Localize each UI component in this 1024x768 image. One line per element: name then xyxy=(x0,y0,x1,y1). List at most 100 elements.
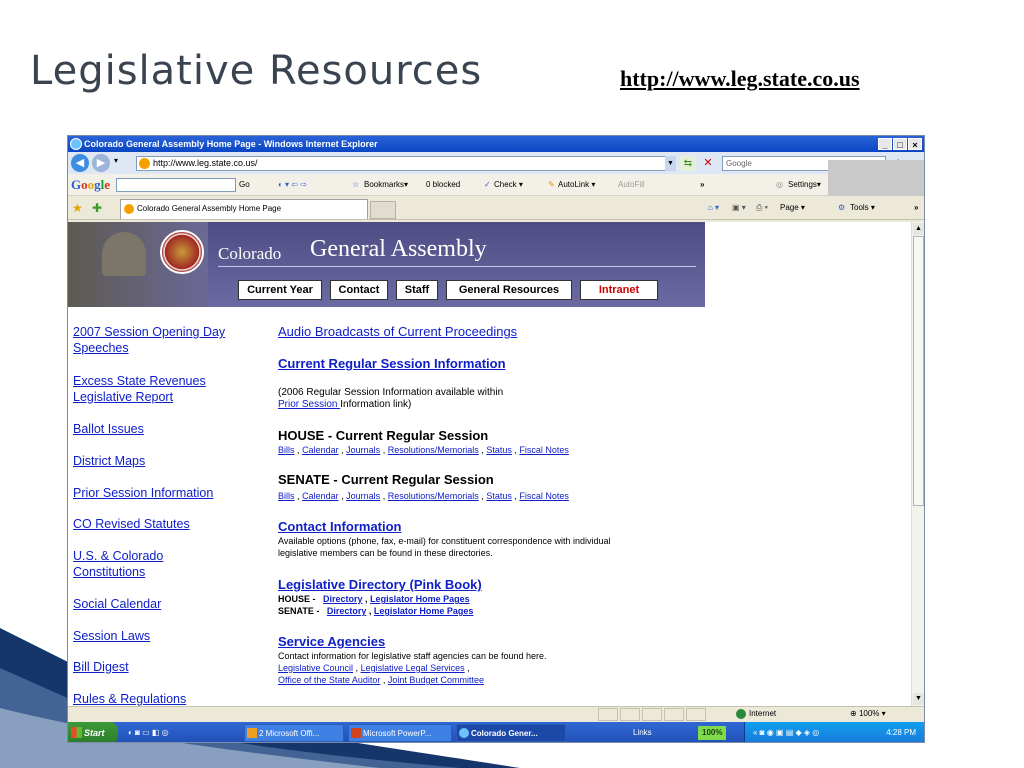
joint-budget-committee-link[interactable]: Joint Budget Committee xyxy=(388,675,484,685)
google-logo: Google xyxy=(71,177,111,192)
senate-label: SENATE - xyxy=(278,606,320,616)
link-bill-digest[interactable]: Bill Digest xyxy=(73,659,268,675)
page-menu-button[interactable]: Page ▾ xyxy=(780,196,805,220)
link-legislative-directory[interactable]: Legislative Directory (Pink Book) xyxy=(278,577,482,592)
senate-journals-link[interactable]: Journals xyxy=(346,491,380,501)
senate-bills-link[interactable]: Bills xyxy=(278,491,295,501)
history-dropdown-icon[interactable]: ▾ xyxy=(114,156,118,165)
bookmarks-button[interactable]: Bookmarks▾ xyxy=(364,174,408,196)
settings-gear-icon: ◎ xyxy=(776,180,783,189)
address-input[interactable]: http://www.leg.state.co.us/ xyxy=(136,156,676,171)
taskbar-office-button[interactable]: 2 Microsoft Offi... xyxy=(244,724,344,742)
senate-fiscal-notes-link[interactable]: Fiscal Notes xyxy=(519,491,569,501)
print-icon[interactable]: ⎙ ▾ xyxy=(756,196,768,220)
house-status-link[interactable]: Status xyxy=(486,445,512,455)
forward-icon[interactable]: ▶ xyxy=(92,154,110,172)
refresh-icon[interactable]: ⇆ xyxy=(680,156,696,171)
settings-button[interactable]: Settings▾ xyxy=(788,174,821,196)
popup-blocked-indicator[interactable]: 0 blocked xyxy=(426,174,460,196)
link-rules-regulations[interactable]: Rules & Regulations xyxy=(73,691,268,706)
quick-launch-icons[interactable]: ◐ ◙ ▭ ◧ ◎ xyxy=(128,722,169,742)
link-social-calendar[interactable]: Social Calendar xyxy=(73,596,268,612)
maximize-button[interactable]: □ xyxy=(893,138,907,150)
legal-services-link[interactable]: Legislative Legal Services xyxy=(361,663,465,673)
add-favorite-icon[interactable]: ✚ xyxy=(92,196,102,220)
link-excess-revenues[interactable]: Excess State Revenues Legislative Report xyxy=(73,373,268,405)
link-contact-information[interactable]: Contact Information xyxy=(278,519,402,534)
check-button[interactable]: Check ▾ xyxy=(494,174,523,196)
senate-home-pages-link[interactable]: Legislator Home Pages xyxy=(374,606,474,616)
house-resolutions-link[interactable]: Resolutions/Memorials xyxy=(388,445,479,455)
senate-calendar-link[interactable]: Calendar xyxy=(302,491,339,501)
legislative-council-link[interactable]: Legislative Council xyxy=(278,663,353,673)
house-journals-link[interactable]: Journals xyxy=(346,445,380,455)
nav-current-year[interactable]: Current Year xyxy=(238,280,322,300)
nav-general-resources[interactable]: General Resources xyxy=(446,280,572,300)
nav-contact[interactable]: Contact xyxy=(330,280,388,300)
google-go-button[interactable]: Go xyxy=(239,174,250,196)
link-prior-session[interactable]: Prior Session xyxy=(278,399,340,410)
tray-icons[interactable]: « ◙ ◉ ▣ ▤ ◆ ◈ ◎ xyxy=(753,722,819,742)
house-bills-link[interactable]: Bills xyxy=(278,445,295,455)
link-ballot-issues[interactable]: Ballot Issues xyxy=(73,421,268,437)
link-current-session[interactable]: Current Regular Session Information xyxy=(278,356,506,371)
state-auditor-link[interactable]: Office of the State Auditor xyxy=(278,675,380,685)
start-button[interactable]: Start xyxy=(68,722,118,742)
contact-text: Available options (phone, fax, e-mail) f… xyxy=(278,536,611,558)
close-button[interactable]: × xyxy=(908,138,922,150)
house-fiscal-notes-link[interactable]: Fiscal Notes xyxy=(519,445,569,455)
favorites-tab-row: ★ ✚ Colorado General Assembly Home Page … xyxy=(68,196,924,220)
command-overflow-icon[interactable]: » xyxy=(914,196,918,220)
links-toolbar[interactable]: Links xyxy=(633,722,652,742)
google-icon-group[interactable]: ◐ ▾ ⇦ ⇨ xyxy=(278,174,307,196)
house-home-pages-link[interactable]: Legislator Home Pages xyxy=(370,594,470,604)
address-dropdown-icon[interactable]: ▼ xyxy=(665,156,676,171)
link-service-agencies[interactable]: Service Agencies xyxy=(278,634,385,649)
autofill-button[interactable]: AutoFill xyxy=(618,174,645,196)
tools-menu-button[interactable]: Tools ▾ xyxy=(850,196,875,220)
battery-percent: 100% xyxy=(698,726,727,740)
scroll-thumb[interactable] xyxy=(913,236,924,506)
scroll-up-icon[interactable]: ▲ xyxy=(913,223,924,235)
nav-intranet[interactable]: Intranet xyxy=(580,280,658,300)
autolink-icon: ✎ xyxy=(548,180,555,189)
senate-status-link[interactable]: Status xyxy=(486,491,512,501)
house-directory-link[interactable]: Directory xyxy=(323,594,363,604)
new-tab-button[interactable] xyxy=(370,201,396,219)
link-prior-session-info[interactable]: Prior Session Information xyxy=(73,485,268,501)
system-tray: « ◙ ◉ ▣ ▤ ◆ ◈ ◎ 4:28 PM xyxy=(744,722,924,742)
link-revised-statutes[interactable]: CO Revised Statutes xyxy=(73,516,268,532)
slide-url-link[interactable]: http://www.leg.state.co.us xyxy=(620,66,860,92)
star-icon[interactable]: ☆ xyxy=(352,174,359,196)
zoom-level[interactable]: ⊕ 100% ▾ xyxy=(850,707,886,721)
address-text: http://www.leg.state.co.us/ xyxy=(153,158,258,168)
link-district-maps[interactable]: District Maps xyxy=(73,453,268,469)
autolink-button[interactable]: AutoLink ▾ xyxy=(558,174,595,196)
favorites-star-icon[interactable]: ★ xyxy=(72,196,83,220)
internet-globe-icon xyxy=(736,708,746,719)
link-audio-broadcasts[interactable]: Audio Broadcasts of Current Proceedings xyxy=(278,324,517,339)
taskbar-powerpoint-button[interactable]: Microsoft PowerP... xyxy=(348,724,452,742)
nav-staff[interactable]: Staff xyxy=(396,280,438,300)
google-toolbar: Google Go ◐ ▾ ⇦ ⇨ ☆ Bookmarks▾ 0 blocked… xyxy=(68,174,924,196)
toolbar-overflow-icon[interactable]: » xyxy=(700,174,704,196)
stop-icon[interactable]: ✕ xyxy=(700,156,716,171)
senate-directory-link[interactable]: Directory xyxy=(327,606,367,616)
tab-colorado-general-assembly[interactable]: Colorado General Assembly Home Page xyxy=(120,199,368,219)
vertical-scrollbar[interactable]: ▲ ▼ xyxy=(911,222,924,706)
scroll-down-icon[interactable]: ▼ xyxy=(913,693,924,705)
feeds-icon[interactable]: ▣ ▾ xyxy=(732,196,746,220)
windows-taskbar: Start ◐ ◙ ▭ ◧ ◎ 2 Microsoft Offi... Micr… xyxy=(68,722,924,742)
link-session-laws[interactable]: Session Laws xyxy=(73,628,268,644)
page-icon xyxy=(139,158,150,169)
back-icon[interactable]: ◀ xyxy=(71,154,89,172)
google-search-input[interactable] xyxy=(116,178,236,192)
home-icon[interactable]: ⌂ ▾ xyxy=(708,196,719,220)
taskbar-ie-button[interactable]: Colorado Gener... xyxy=(456,724,566,742)
link-constitutions[interactable]: U.S. & Colorado Constitutions xyxy=(73,548,268,580)
house-calendar-link[interactable]: Calendar xyxy=(302,445,339,455)
senate-resolutions-link[interactable]: Resolutions/Memorials xyxy=(388,491,479,501)
minimize-button[interactable]: _ xyxy=(878,138,892,150)
link-opening-day-speeches[interactable]: 2007 Session Opening Day Speeches xyxy=(73,324,268,356)
zoom-icon: ⊕ xyxy=(850,709,859,718)
